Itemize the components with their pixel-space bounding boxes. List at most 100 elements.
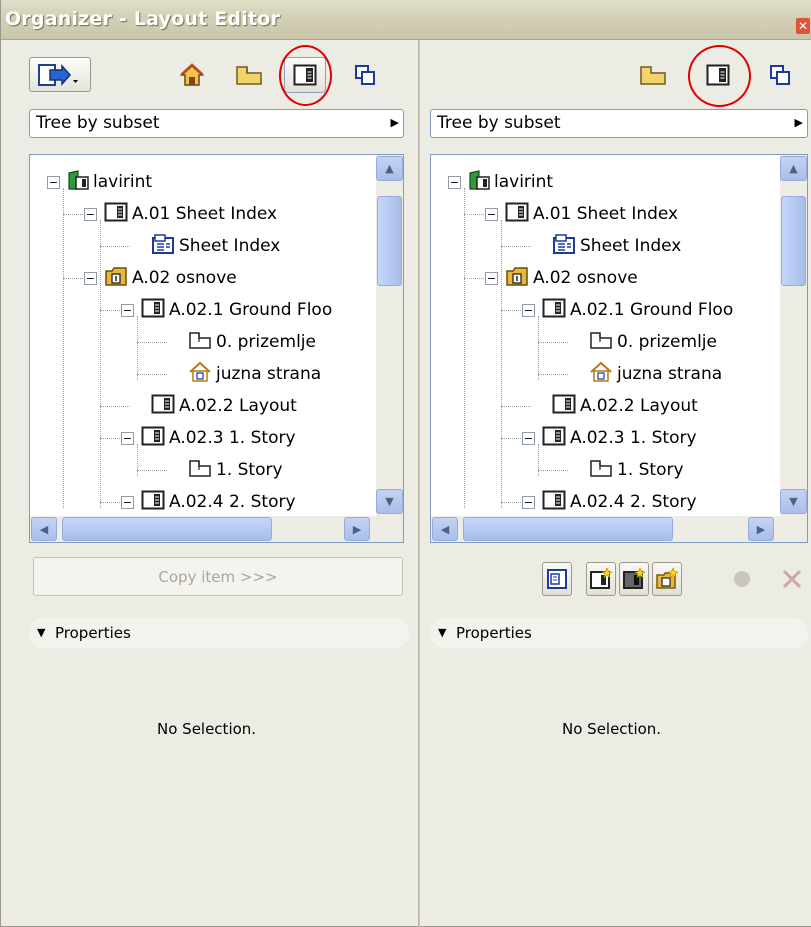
new-subset-button[interactable] [652, 562, 682, 596]
project-map-icon [180, 63, 204, 86]
tree-item-label: A.02.4 2. Story [570, 492, 697, 512]
left-no-selection-text: No Selection. [157, 720, 257, 738]
copy-item-button[interactable]: Copy item >>> [33, 557, 403, 596]
collapse-toggle-icon[interactable]: − [47, 176, 60, 189]
tree-item[interactable]: lavirint [67, 168, 152, 196]
tree-item[interactable]: A.02 osnove [104, 264, 237, 292]
dropdown-arrow-icon: ▶ [794, 116, 803, 129]
settings-dot-button[interactable] [727, 562, 757, 596]
collapse-toggle-icon[interactable]: − [121, 496, 134, 509]
right-vertical-scrollbar[interactable]: ▲ ▼ [780, 155, 807, 516]
tree-branch-line [538, 470, 568, 471]
scroll-corner [376, 516, 403, 542]
layout-icon [552, 394, 576, 419]
scroll-down-icon[interactable]: ▼ [376, 489, 403, 514]
tree-item[interactable]: A.02.1 Ground Floo [542, 296, 733, 324]
right-navigator-tree[interactable]: − lavirint − A.01 Sheet Index Sheet Index − A.… [430, 154, 808, 543]
collapse-toggle-icon[interactable]: − [485, 272, 498, 285]
collapse-toggle-icon[interactable]: − [121, 304, 134, 317]
tree-item-label: lavirint [93, 172, 153, 192]
collapse-toggle-icon[interactable]: − [485, 208, 498, 221]
right-tree-mode-dropdown[interactable]: Tree by subset ▶ [430, 109, 808, 138]
collapse-toggle-icon[interactable]: − [84, 208, 97, 221]
tree-item[interactable]: A.02 osnove [505, 264, 638, 292]
collapse-toggle-icon[interactable]: − [522, 496, 535, 509]
tree-guide-line [100, 220, 101, 508]
tree-item[interactable]: lavirint [468, 168, 553, 196]
tree-item[interactable]: A.02.2 Layout [552, 392, 698, 420]
tree-item[interactable]: juzna strana [589, 360, 722, 388]
scroll-corner [780, 516, 807, 542]
tree-item[interactable]: A.01 Sheet Index [104, 200, 277, 228]
tree-item[interactable]: Sheet Index [552, 232, 681, 260]
view-map-button[interactable] [230, 58, 268, 92]
tree-item-label: 0. prizemlje [216, 332, 316, 352]
scroll-right-icon[interactable]: ▶ [344, 517, 370, 541]
left-horizontal-scrollbar[interactable]: ◀ ▶ [30, 516, 376, 542]
floorplan-icon [589, 330, 613, 355]
publisher-sets-icon [770, 65, 790, 85]
left-horizontal-thumb[interactable] [62, 517, 272, 541]
scroll-up-icon[interactable]: ▲ [376, 156, 403, 181]
delete-button[interactable] [777, 562, 807, 596]
tree-item-label: A.02.1 Ground Floo [570, 300, 734, 320]
collapse-toggle-icon[interactable]: − [121, 432, 134, 445]
scroll-up-icon[interactable]: ▲ [780, 156, 807, 181]
title-bar[interactable]: Organizer - Layout Editor ✕ [1, 0, 811, 40]
tree-item[interactable]: juzna strana [188, 360, 321, 388]
right-horizontal-scrollbar[interactable]: ◀ ▶ [431, 516, 780, 542]
tree-item[interactable]: A.02.3 1. Story [141, 424, 296, 452]
tree-item[interactable]: 0. prizemlje [589, 328, 717, 356]
tree-item[interactable]: 1. Story [188, 456, 283, 484]
left-navigator-tree[interactable]: − lavirint − A.01 Sheet Index Sheet Index − A.… [29, 154, 404, 543]
scroll-left-icon[interactable]: ◀ [31, 517, 57, 541]
tree-branch-line [137, 374, 167, 375]
right-horizontal-thumb[interactable] [463, 517, 673, 541]
left-vertical-scrollbar[interactable]: ▲ ▼ [376, 155, 403, 516]
right-view-map-button[interactable] [634, 58, 672, 92]
publisher-sets-button[interactable] [346, 58, 384, 92]
scroll-right-icon[interactable]: ▶ [748, 517, 774, 541]
layout-icon [542, 490, 566, 515]
layout-icon [141, 298, 165, 323]
tree-item[interactable]: A.02.3 1. Story [542, 424, 697, 452]
tree-item[interactable]: 1. Story [589, 456, 684, 484]
collapse-toggle-icon[interactable]: − [448, 176, 461, 189]
collapse-toggle-icon[interactable]: − [84, 272, 97, 285]
publisher-button[interactable] [29, 57, 91, 92]
tree-item[interactable]: A.02.4 2. Story [141, 488, 296, 516]
left-dropdown-label: Tree by subset [36, 113, 160, 133]
floorplan-icon [188, 458, 212, 483]
new-layout-dark-icon [623, 567, 646, 589]
tree-guide-line [137, 316, 138, 380]
scroll-left-icon[interactable]: ◀ [432, 517, 458, 541]
tree-item[interactable]: A.02.2 Layout [151, 392, 297, 420]
left-vertical-thumb[interactable] [377, 196, 402, 286]
project-book-icon [468, 169, 490, 196]
right-properties-header[interactable]: ▼ Properties [430, 618, 808, 648]
right-publisher-sets-button[interactable] [761, 58, 799, 92]
collapse-toggle-icon[interactable]: − [522, 432, 535, 445]
tree-item-label: lavirint [494, 172, 554, 192]
project-map-button[interactable] [173, 58, 211, 92]
tree-item[interactable]: 0. prizemlje [188, 328, 316, 356]
right-vertical-thumb[interactable] [781, 196, 806, 286]
scroll-down-icon[interactable]: ▼ [780, 489, 807, 514]
left-properties-header[interactable]: ▼ Properties [29, 618, 409, 648]
close-icon[interactable]: ✕ [796, 18, 810, 34]
tree-item[interactable]: A.02.1 Ground Floo [141, 296, 332, 324]
tree-item[interactable]: A.02.4 2. Story [542, 488, 697, 516]
tree-item[interactable]: Sheet Index [151, 232, 280, 260]
new-layout-button[interactable] [586, 562, 616, 596]
tree-branch-line [501, 246, 531, 247]
tree-item-label: A.02.2 Layout [580, 396, 698, 416]
pane-divider[interactable] [418, 40, 420, 927]
elevation-icon [589, 361, 613, 388]
collapse-toggle-icon[interactable]: − [522, 304, 535, 317]
tree-item[interactable]: A.01 Sheet Index [505, 200, 678, 228]
new-layout-dark-button[interactable] [619, 562, 649, 596]
left-tree-mode-dropdown[interactable]: Tree by subset ▶ [29, 109, 404, 138]
floorplan-icon [589, 458, 613, 483]
new-master-button[interactable] [542, 562, 572, 596]
floorplan-icon [188, 330, 212, 355]
